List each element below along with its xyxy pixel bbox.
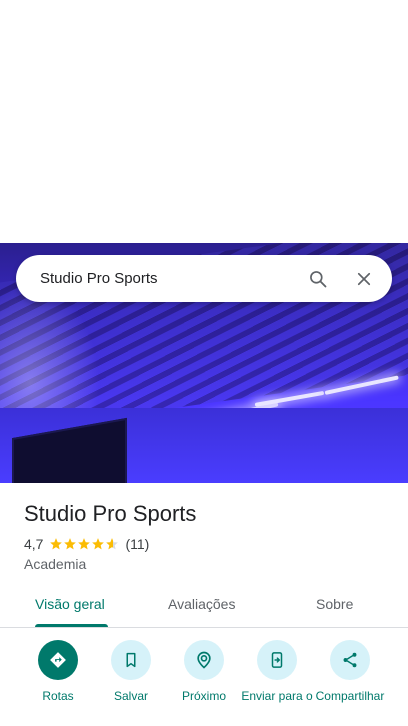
tab-reviews[interactable]: Avaliações	[168, 596, 235, 612]
send-to-phone-button[interactable]: Enviar para o	[239, 640, 315, 703]
star-icon	[92, 538, 105, 550]
map-area[interactable]	[0, 0, 408, 243]
rating-stars	[49, 537, 119, 551]
place-title: Studio Pro Sports	[24, 501, 197, 526]
directions-icon	[38, 640, 78, 680]
bookmark-icon	[111, 640, 151, 680]
star-icon	[50, 538, 63, 550]
send-to-phone-label: Enviar para o	[241, 689, 313, 703]
directions-button[interactable]: Rotas	[20, 640, 96, 703]
nearby-label: Próximo	[181, 689, 226, 703]
share-label: Compartilhar	[315, 689, 385, 703]
action-bar: Rotas Salvar Próximo Enviar para o Compa…	[0, 640, 408, 726]
search-icon[interactable]	[298, 259, 338, 299]
share-icon	[330, 640, 370, 680]
nearby-icon	[184, 640, 224, 680]
half-star-icon	[106, 538, 119, 550]
search-input[interactable]: Studio Pro Sports	[40, 270, 298, 287]
share-button[interactable]: Compartilhar	[312, 640, 388, 703]
rating-row[interactable]: 4,7 (11)	[24, 536, 149, 552]
star-icon	[64, 538, 77, 550]
rating-value: 4,7	[24, 536, 44, 552]
nearby-button[interactable]: Próximo	[166, 640, 242, 703]
directions-label: Rotas	[42, 689, 74, 703]
star-icon	[78, 538, 91, 550]
save-label: Salvar	[113, 689, 148, 703]
close-icon[interactable]	[344, 259, 384, 299]
tab-about[interactable]: Sobre	[316, 596, 353, 612]
tab-indicator	[35, 624, 108, 627]
place-category[interactable]: Academia	[24, 556, 86, 572]
place-tabs: Visão geral Avaliações Sobre	[0, 586, 408, 628]
search-bar[interactable]: Studio Pro Sports	[16, 255, 392, 302]
save-button[interactable]: Salvar	[93, 640, 169, 703]
send-to-phone-icon	[257, 640, 297, 680]
reviews-count[interactable]: (11)	[125, 536, 149, 552]
tab-overview[interactable]: Visão geral	[35, 596, 105, 612]
